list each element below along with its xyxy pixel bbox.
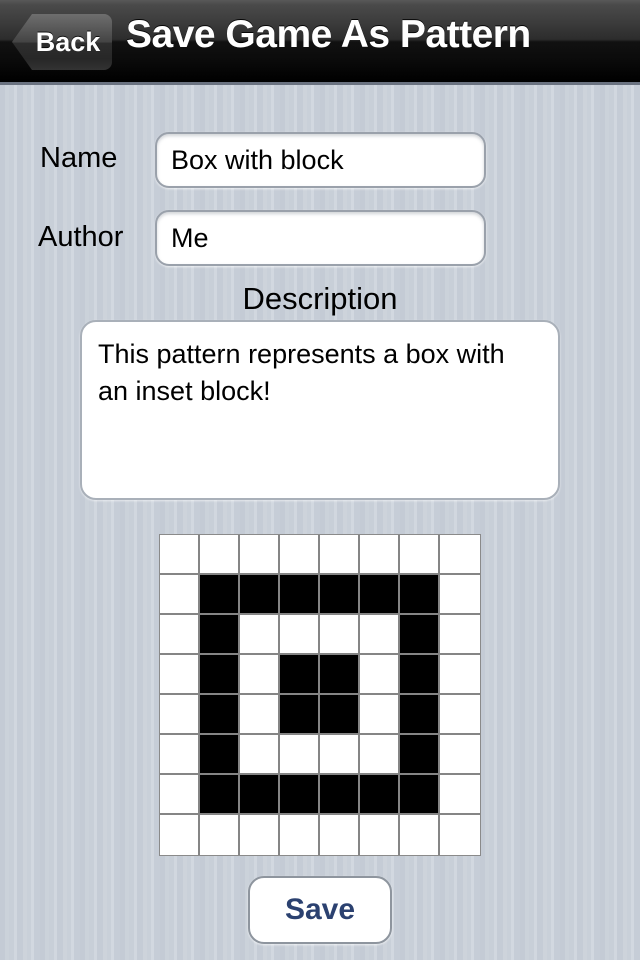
grid-cell[interactable]	[200, 695, 240, 735]
grid-cell[interactable]	[160, 615, 200, 655]
grid-cell[interactable]	[240, 655, 280, 695]
grid-cell[interactable]	[320, 695, 360, 735]
grid-cell[interactable]	[440, 815, 480, 855]
grid-cell[interactable]	[160, 575, 200, 615]
grid-cell[interactable]	[360, 695, 400, 735]
grid-cell[interactable]	[240, 695, 280, 735]
grid-cell[interactable]	[440, 735, 480, 775]
description-heading: Description	[242, 281, 398, 316]
grid-cell[interactable]	[200, 575, 240, 615]
grid-cell[interactable]	[160, 775, 200, 815]
grid-cell[interactable]	[440, 615, 480, 655]
grid-cell[interactable]	[240, 535, 280, 575]
grid-cell[interactable]	[200, 535, 240, 575]
grid-cell[interactable]	[400, 655, 440, 695]
grid-cell[interactable]	[160, 735, 200, 775]
grid-cell[interactable]	[160, 815, 200, 855]
grid-cell[interactable]	[160, 535, 200, 575]
grid-cell[interactable]	[200, 655, 240, 695]
grid-cell[interactable]	[400, 815, 440, 855]
save-button[interactable]: Save	[248, 876, 392, 944]
description-textarea[interactable]	[80, 320, 560, 500]
grid-cell[interactable]	[240, 615, 280, 655]
grid-cell[interactable]	[200, 615, 240, 655]
grid-cell[interactable]	[360, 535, 400, 575]
grid-cell[interactable]	[360, 655, 400, 695]
grid-cell[interactable]	[360, 815, 400, 855]
grid-cell[interactable]	[400, 735, 440, 775]
author-label: Author	[38, 221, 124, 253]
grid-cell[interactable]	[320, 575, 360, 615]
grid-cell[interactable]	[440, 695, 480, 735]
grid-cell[interactable]	[320, 615, 360, 655]
navigation-bar: Back Save Game As Pattern	[0, 0, 640, 85]
grid-cell[interactable]	[280, 775, 320, 815]
grid-cell[interactable]	[320, 735, 360, 775]
grid-cell[interactable]	[160, 695, 200, 735]
page-title: Save Game As Pattern	[126, 13, 531, 56]
back-button[interactable]: Back	[11, 13, 113, 71]
name-input[interactable]	[155, 132, 486, 188]
grid-cell[interactable]	[320, 535, 360, 575]
grid-cell[interactable]	[200, 775, 240, 815]
grid-cell[interactable]	[400, 615, 440, 655]
grid-cell[interactable]	[400, 535, 440, 575]
grid-cell[interactable]	[280, 815, 320, 855]
grid-cell[interactable]	[440, 535, 480, 575]
grid-cell[interactable]	[440, 575, 480, 615]
grid-cell[interactable]	[280, 695, 320, 735]
grid-cell[interactable]	[240, 735, 280, 775]
grid-cell[interactable]	[240, 815, 280, 855]
grid-cell[interactable]	[400, 775, 440, 815]
back-button-label: Back	[35, 27, 101, 57]
grid-cell[interactable]	[400, 575, 440, 615]
author-input[interactable]	[155, 210, 486, 266]
grid-cell[interactable]	[440, 655, 480, 695]
grid-cell[interactable]	[200, 735, 240, 775]
name-label: Name	[40, 142, 118, 174]
grid-cell[interactable]	[240, 575, 280, 615]
grid-cell[interactable]	[160, 655, 200, 695]
grid-cell[interactable]	[440, 775, 480, 815]
grid-cell[interactable]	[280, 735, 320, 775]
grid-cell[interactable]	[360, 575, 400, 615]
grid-cell[interactable]	[280, 615, 320, 655]
grid-cell[interactable]	[240, 775, 280, 815]
save-pattern-screen: Back Save Game As Pattern Name Author De…	[0, 0, 640, 960]
grid-cell[interactable]	[280, 575, 320, 615]
grid-cell[interactable]	[360, 775, 400, 815]
grid-cell[interactable]	[320, 815, 360, 855]
grid-cell[interactable]	[360, 735, 400, 775]
grid-cell[interactable]	[360, 615, 400, 655]
grid-cell[interactable]	[280, 535, 320, 575]
grid-cell[interactable]	[280, 655, 320, 695]
grid-cell[interactable]	[400, 695, 440, 735]
grid-cell[interactable]	[320, 655, 360, 695]
grid-cell[interactable]	[200, 815, 240, 855]
pattern-preview-grid[interactable]	[159, 534, 481, 856]
grid-cell[interactable]	[320, 775, 360, 815]
